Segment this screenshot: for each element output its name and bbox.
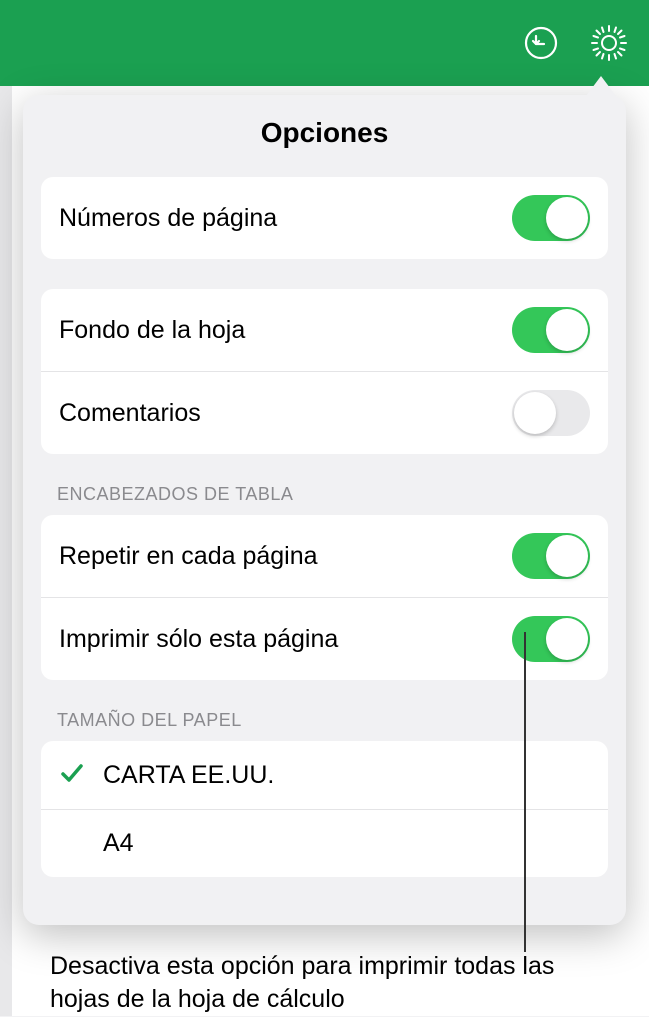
print-only-this-page-label: Imprimir sólo esta página (59, 625, 338, 654)
callout-line (524, 632, 526, 952)
paper-size-title: Tamaño del papel (41, 710, 608, 741)
comments-label: Comentarios (59, 399, 201, 428)
paper-size-section: CARTA EE.UU. A4 (41, 741, 608, 877)
a4-label: A4 (103, 829, 134, 858)
sheet-background-row: Fondo de la hoja (41, 289, 608, 371)
checkmark-icon (59, 760, 85, 791)
comments-row: Comentarios (41, 371, 608, 454)
popover-title: Opciones (41, 117, 608, 149)
app-header (0, 0, 649, 86)
sheet-background-label: Fondo de la hoja (59, 316, 245, 345)
sheet-section: Fondo de la hoja Comentarios (41, 289, 608, 454)
a4-row[interactable]: A4 (41, 809, 608, 877)
us-letter-label: CARTA EE.UU. (103, 761, 274, 790)
print-only-this-page-row: Imprimir sólo esta página (41, 597, 608, 680)
comments-toggle[interactable] (512, 390, 590, 436)
page-numbers-row: Números de página (41, 177, 608, 259)
page-numbers-toggle[interactable] (512, 195, 590, 241)
repeat-each-page-toggle[interactable] (512, 533, 590, 579)
undo-icon[interactable] (523, 25, 559, 61)
us-letter-row[interactable]: CARTA EE.UU. (41, 741, 608, 809)
table-headers-title: Encabezados de tabla (41, 484, 608, 515)
table-headers-section: Repetir en cada página Imprimir sólo est… (41, 515, 608, 680)
sheet-background-toggle[interactable] (512, 307, 590, 353)
popover-arrow (586, 76, 616, 96)
repeat-each-page-label: Repetir en cada página (59, 542, 318, 571)
page-numbers-label: Números de página (59, 204, 277, 233)
general-section: Números de página (41, 177, 608, 259)
options-popover: Opciones Números de página Fondo de la h… (23, 95, 626, 925)
callout-text: Desactiva esta opción para imprimir toda… (50, 950, 599, 1015)
gear-icon[interactable] (589, 23, 629, 63)
repeat-each-page-row: Repetir en cada página (41, 515, 608, 597)
